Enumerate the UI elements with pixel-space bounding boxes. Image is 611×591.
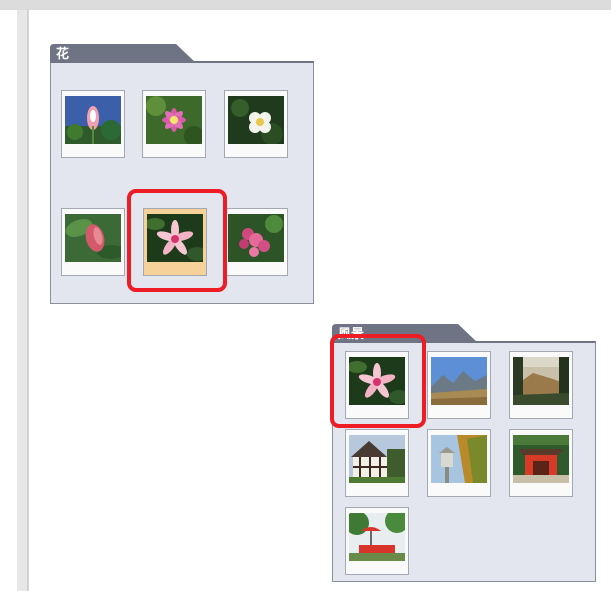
- left-divider: [28, 10, 29, 591]
- house-photo-icon: [349, 435, 405, 483]
- shrine-photo-icon: [513, 435, 569, 483]
- flower-photo-icon: [228, 214, 284, 262]
- flower-photo-icon: [146, 96, 202, 144]
- folder-label: 花: [56, 47, 70, 62]
- top-border: [0, 0, 611, 10]
- garden-photo-icon: [349, 513, 405, 561]
- folder-tab[interactable]: 花: [50, 44, 210, 63]
- photo-thumbnail[interactable]: [345, 429, 409, 497]
- highlight-box: [330, 334, 426, 428]
- mountain-photo-icon: [431, 357, 487, 405]
- photo-thumbnail[interactable]: [224, 90, 288, 158]
- left-scroll-edge: [17, 10, 28, 591]
- flower-photo-icon: [228, 96, 284, 144]
- photo-thumbnail[interactable]: [509, 351, 573, 419]
- landscape-photo-icon: [513, 357, 569, 405]
- lantern-photo-icon: [431, 435, 487, 483]
- photo-thumbnail[interactable]: [61, 90, 125, 158]
- photo-thumbnail[interactable]: [427, 351, 491, 419]
- photo-thumbnail[interactable]: [427, 429, 491, 497]
- photo-thumbnail[interactable]: [142, 90, 206, 158]
- photo-thumbnail[interactable]: [61, 208, 125, 276]
- highlight-box: [127, 189, 227, 292]
- flower-photo-icon: [65, 96, 121, 144]
- flower-photo-icon: [65, 214, 121, 262]
- photo-thumbnail[interactable]: [224, 208, 288, 276]
- photo-thumbnail[interactable]: [345, 507, 409, 575]
- photo-thumbnail[interactable]: [509, 429, 573, 497]
